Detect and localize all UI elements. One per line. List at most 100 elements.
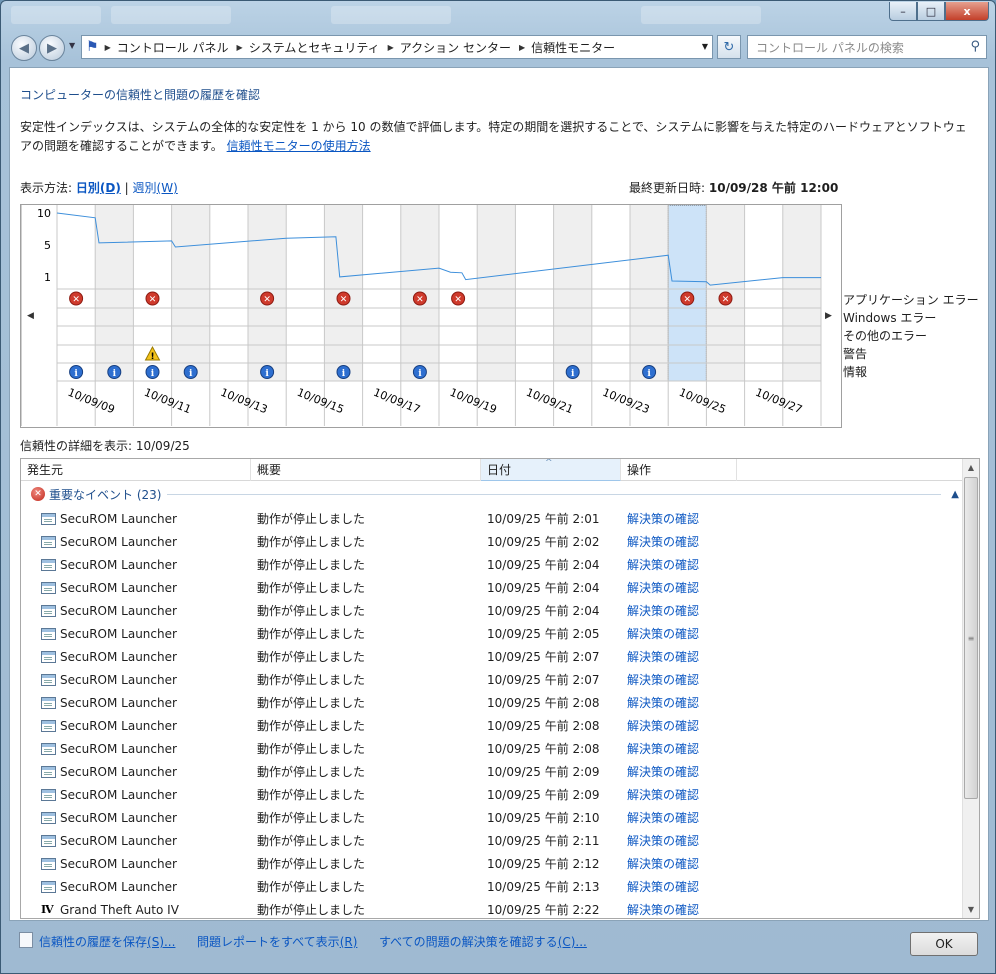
forward-button[interactable]: ▶ bbox=[39, 35, 65, 61]
information-mark: i bbox=[189, 369, 193, 379]
reliability-chart-svg[interactable]: ◀ ▶ 10 5 1 ✕ ✕ ✕ ✕ ✕ ✕ ✕ ✕! i i i i i i i i i 10/09/09 10/09/11… bbox=[21, 205, 841, 427]
table-row[interactable]: SecuROM Launcher 動作が停止しました 10/09/25 午前 2:0… bbox=[21, 553, 963, 576]
column-source[interactable]: 発生元 bbox=[21, 459, 251, 481]
check-solution-link[interactable]: 解決策の確認 bbox=[621, 533, 741, 550]
column-action[interactable]: 操作 bbox=[621, 459, 737, 481]
scrollbar-thumb[interactable]: ≡ bbox=[964, 477, 978, 799]
source-text: SecuROM Launcher bbox=[60, 718, 177, 733]
action-center-flag-icon: ⚑ bbox=[86, 39, 99, 55]
chevron-right-icon[interactable]: ▶ bbox=[519, 43, 525, 52]
cell-source: SecuROM Launcher bbox=[21, 512, 251, 526]
cell-date: 10/09/25 午前 2:04 bbox=[487, 604, 600, 618]
table-row[interactable]: SecuROM Launcher 動作が停止しました 10/09/25 午前 2:0… bbox=[21, 760, 963, 783]
address-dropdown-icon[interactable]: ▼ bbox=[702, 42, 708, 51]
chevron-right-icon[interactable]: ▶ bbox=[105, 43, 111, 52]
cell-source: SecuROM Launcher bbox=[21, 673, 251, 687]
breadcrumb-action-center[interactable]: アクション センター bbox=[400, 39, 511, 56]
error-mark: ✕ bbox=[722, 295, 730, 305]
table-row[interactable]: SecuROM Launcher 動作が停止しました 10/09/25 午前 2:0… bbox=[21, 714, 963, 737]
check-solution-link[interactable]: 解決策の確認 bbox=[621, 717, 741, 734]
view-all-reports-link[interactable]: 問題レポートをすべて表示(R) bbox=[197, 933, 357, 950]
check-solution-link[interactable]: 解決策の確認 bbox=[621, 648, 741, 665]
refresh-button[interactable]: ↻ bbox=[717, 35, 741, 59]
breadcrumb-system-security[interactable]: システムとセキュリティ bbox=[249, 39, 380, 56]
check-solution-link[interactable]: 解決策の確認 bbox=[621, 832, 741, 849]
check-solution-link[interactable]: 解決策の確認 bbox=[621, 602, 741, 619]
table-row[interactable]: SecuROM Launcher 動作が停止しました 10/09/25 午前 2:0… bbox=[21, 645, 963, 668]
address-bar[interactable]: ⚑ ▶ コントロール パネル ▶ システムとセキュリティ ▶ アクション センタ… bbox=[81, 35, 713, 59]
breadcrumb-reliability-monitor[interactable]: 信頼性モニター bbox=[531, 39, 615, 56]
check-solution-link[interactable]: 解決策の確認 bbox=[621, 809, 741, 826]
table-row[interactable]: SecuROM Launcher 動作が停止しました 10/09/25 午前 2:0… bbox=[21, 622, 963, 645]
blurred-taskbar-tab bbox=[331, 6, 451, 24]
back-button[interactable]: ◀ bbox=[11, 35, 37, 61]
search-input[interactable]: コントロール パネルの検索 ⚲ bbox=[747, 35, 987, 59]
chevron-right-icon[interactable]: ▶ bbox=[237, 43, 243, 52]
app-icon bbox=[41, 834, 56, 847]
check-solution-link[interactable]: 解決策の確認 bbox=[621, 556, 741, 573]
view-daily-link[interactable]: 日別(D) bbox=[76, 181, 121, 195]
x-tick-label: 10/09/27 bbox=[753, 386, 804, 417]
table-row[interactable]: SecuROM Launcher 動作が停止しました 10/09/25 午前 2:1… bbox=[21, 806, 963, 829]
maximize-button[interactable]: □ bbox=[917, 2, 945, 21]
source-text: SecuROM Launcher bbox=[60, 810, 177, 825]
table-row[interactable]: SecuROM Launcher 動作が停止しました 10/09/25 午前 2:0… bbox=[21, 507, 963, 530]
check-solution-link[interactable]: 解決策の確認 bbox=[621, 855, 741, 872]
table-row[interactable]: SecuROM Launcher 動作が停止しました 10/09/25 午前 2:0… bbox=[21, 783, 963, 806]
chevron-right-icon[interactable]: ▶ bbox=[388, 43, 394, 52]
page-title: コンピューターの信頼性と問題の履歴を確認 bbox=[20, 88, 261, 102]
x-tick-label: 10/09/23 bbox=[601, 386, 652, 417]
close-button[interactable]: x bbox=[945, 2, 989, 21]
check-solution-link[interactable]: 解決策の確認 bbox=[621, 510, 741, 527]
search-icon[interactable]: ⚲ bbox=[970, 39, 980, 54]
table-row[interactable]: SecuROM Launcher 動作が停止しました 10/09/25 午前 2:0… bbox=[21, 668, 963, 691]
check-solution-link[interactable]: 解決策の確認 bbox=[621, 786, 741, 803]
view-weekly-link[interactable]: 週別(W) bbox=[133, 181, 178, 195]
group-critical-events[interactable]: ✕ 重要なイベント (23) ▲ bbox=[21, 483, 963, 505]
table-row[interactable]: SecuROM Launcher 動作が停止しました 10/09/25 午前 2:0… bbox=[21, 691, 963, 714]
table-row[interactable]: SecuROM Launcher 動作が停止しました 10/09/25 午前 2:1… bbox=[21, 829, 963, 852]
cell-source: IV Grand Theft Auto IV bbox=[21, 903, 251, 917]
source-text: SecuROM Launcher bbox=[60, 833, 177, 848]
reliability-chart[interactable]: ◀ ▶ 10 5 1 ✕ ✕ ✕ ✕ ✕ ✕ ✕ ✕! i i i i i i i i i 10/09/09 10/09/11… bbox=[20, 204, 842, 428]
vertical-scrollbar[interactable]: ▲ ≡ ▼ bbox=[962, 459, 979, 918]
scroll-down-button[interactable]: ▼ bbox=[963, 901, 979, 918]
table-row[interactable]: SecuROM Launcher 動作が停止しました 10/09/25 午前 2:0… bbox=[21, 576, 963, 599]
column-date[interactable]: ^ 日付 bbox=[481, 459, 621, 481]
check-all-solutions-link[interactable]: すべての問題の解決策を確認する(C)... bbox=[379, 933, 587, 950]
table-row[interactable]: IV Grand Theft Auto IV 動作が停止しました 10/09/25 午… bbox=[21, 898, 963, 918]
breadcrumb-control-panel[interactable]: コントロール パネル bbox=[117, 39, 229, 56]
ok-button[interactable]: OK bbox=[910, 932, 978, 956]
cell-summary: 動作が停止しました bbox=[257, 811, 366, 825]
table-row[interactable]: SecuROM Launcher 動作が停止しました 10/09/25 午前 2:1… bbox=[21, 875, 963, 898]
scroll-up-button[interactable]: ▲ bbox=[963, 459, 979, 476]
scroll-right-icon[interactable]: ▶ bbox=[825, 311, 832, 321]
table-row[interactable]: SecuROM Launcher 動作が停止しました 10/09/25 午前 2:0… bbox=[21, 530, 963, 553]
scroll-left-icon[interactable]: ◀ bbox=[27, 311, 34, 321]
cell-summary: 動作が停止しました bbox=[257, 627, 366, 641]
table-row[interactable]: SecuROM Launcher 動作が停止しました 10/09/25 午前 2:0… bbox=[21, 599, 963, 622]
check-solution-link[interactable]: 解決策の確認 bbox=[621, 740, 741, 757]
error-mark: ✕ bbox=[416, 295, 424, 305]
app-icon bbox=[41, 742, 56, 755]
help-link[interactable]: 信頼性モニターの使用方法 bbox=[227, 139, 371, 153]
day-column-shade bbox=[477, 205, 516, 381]
cell-summary: 動作が停止しました bbox=[257, 742, 366, 756]
collapse-icon[interactable]: ▲ bbox=[951, 489, 959, 500]
column-summary[interactable]: 概要 bbox=[251, 459, 481, 481]
save-history-link[interactable]: 信頼性の履歴を保存(S)... bbox=[39, 933, 175, 950]
check-solution-link[interactable]: 解決策の確認 bbox=[621, 625, 741, 642]
check-solution-link[interactable]: 解決策の確認 bbox=[621, 694, 741, 711]
minimize-button[interactable]: – bbox=[889, 2, 917, 21]
table-row[interactable]: SecuROM Launcher 動作が停止しました 10/09/25 午前 2:0… bbox=[21, 737, 963, 760]
refresh-icon: ↻ bbox=[723, 39, 735, 55]
check-solution-link[interactable]: 解決策の確認 bbox=[621, 763, 741, 780]
table-row[interactable]: SecuROM Launcher 動作が停止しました 10/09/25 午前 2:1… bbox=[21, 852, 963, 875]
blurred-taskbar-tab bbox=[111, 6, 231, 24]
information-mark: i bbox=[571, 369, 575, 379]
check-solution-link[interactable]: 解決策の確認 bbox=[621, 901, 741, 918]
check-solution-link[interactable]: 解決策の確認 bbox=[621, 878, 741, 895]
check-solution-link[interactable]: 解決策の確認 bbox=[621, 579, 741, 596]
recent-pages-dropdown[interactable]: ▼ bbox=[69, 41, 75, 50]
check-solution-link[interactable]: 解決策の確認 bbox=[621, 671, 741, 688]
